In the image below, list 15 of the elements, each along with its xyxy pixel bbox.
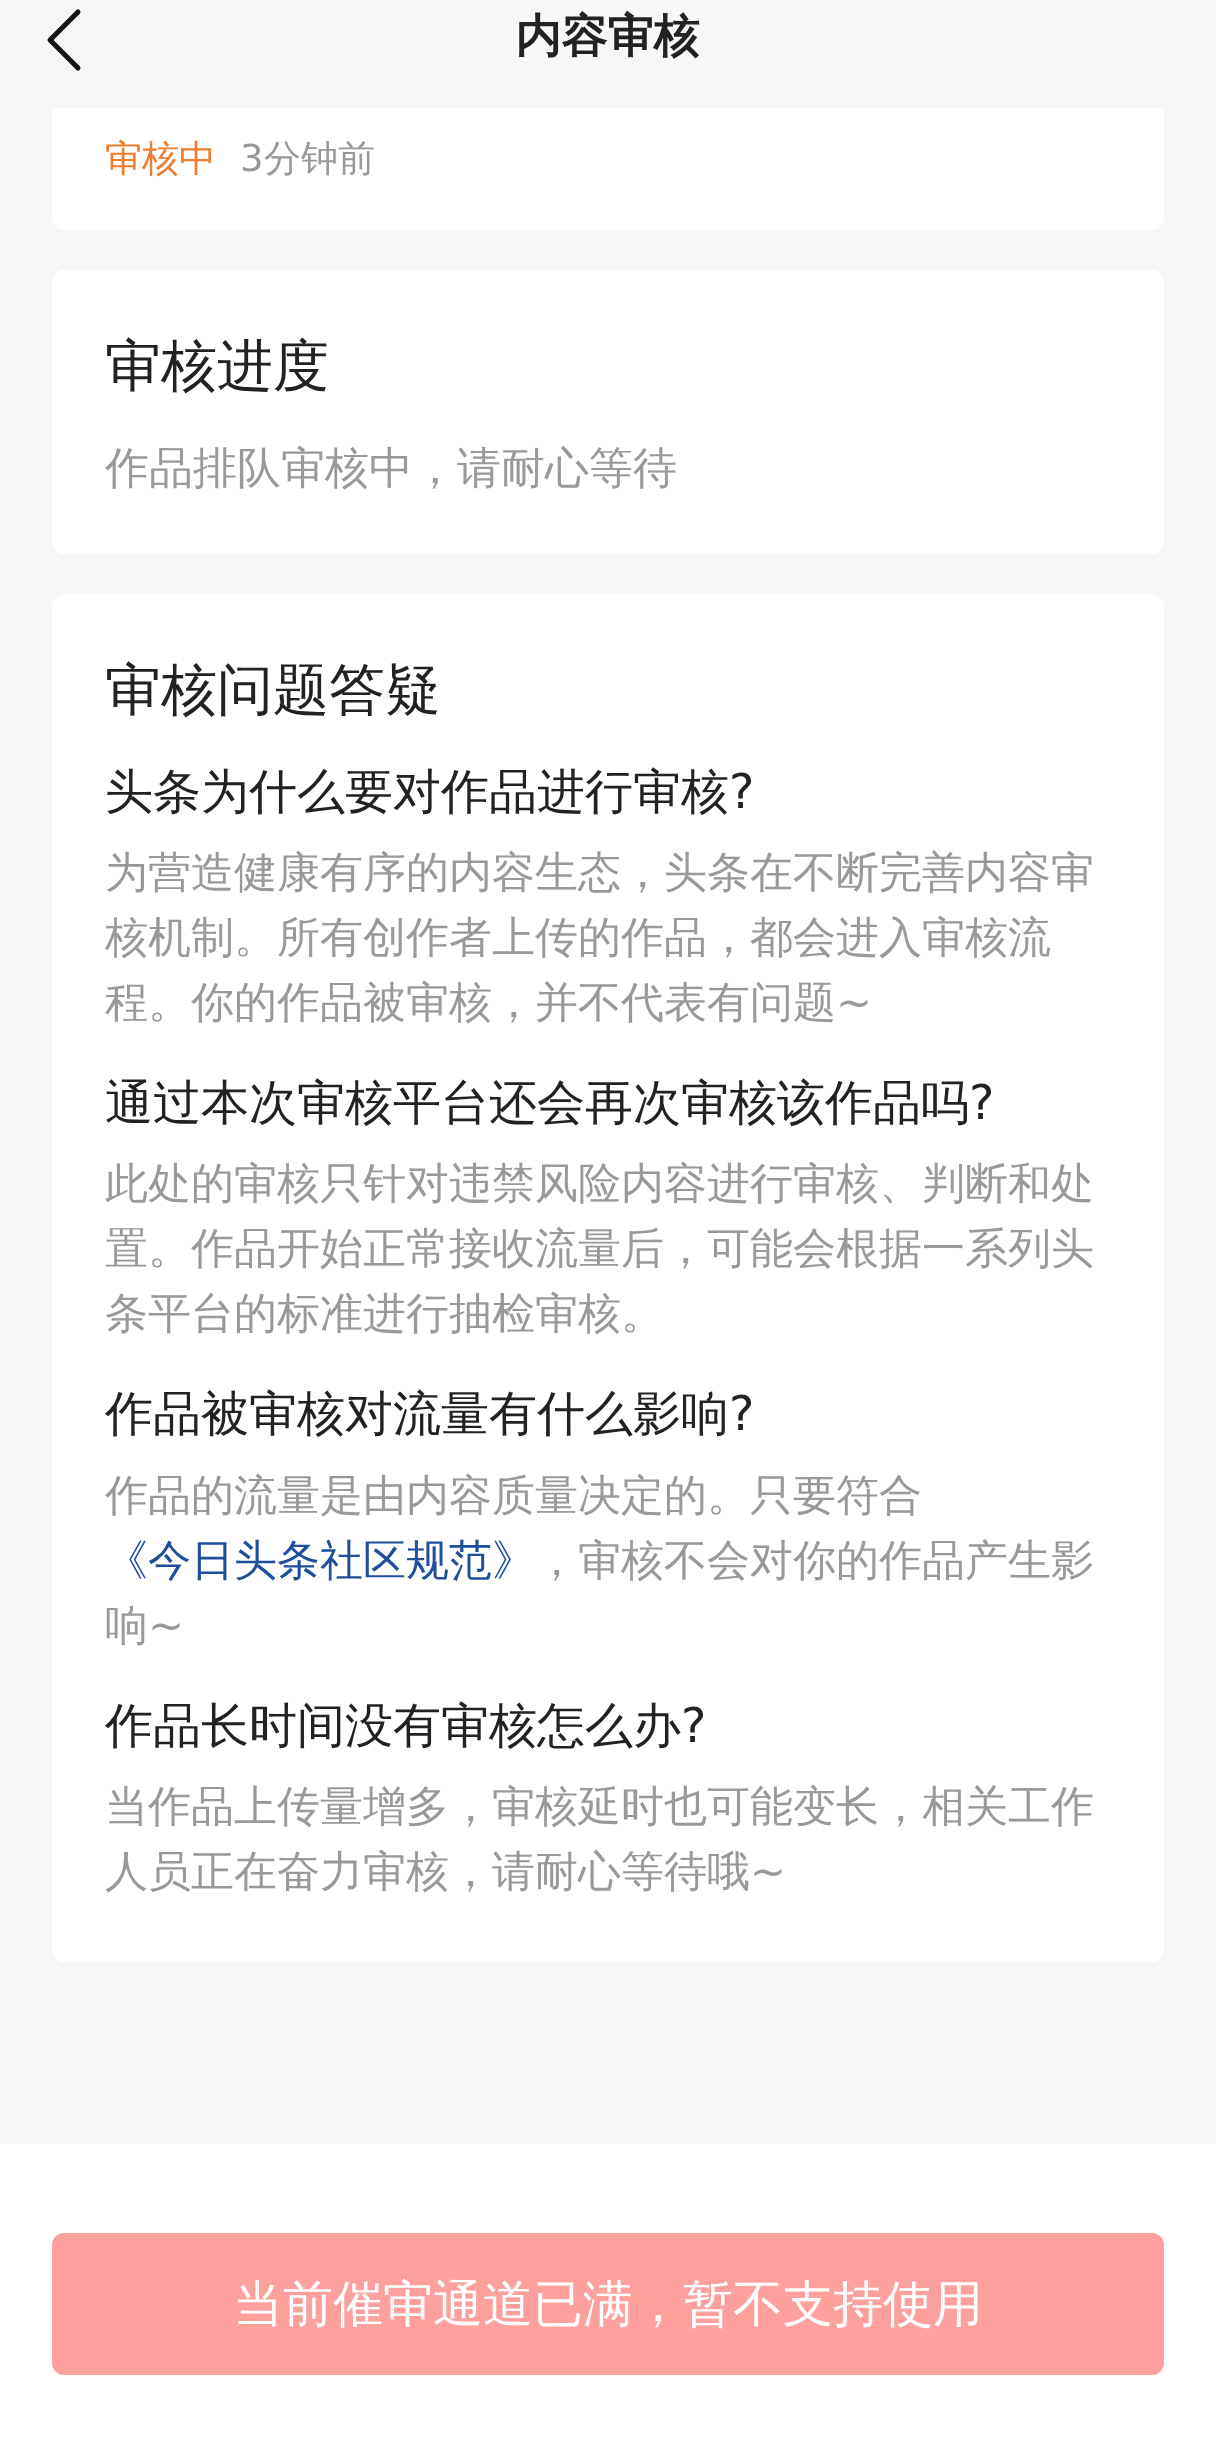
faq-answer: 作品的流量是由内容质量决定的。只要符合 《今日头条社区规范》，审核不会对你的作品产生影响~ (105, 1468, 1095, 1652)
card-title: 审核问题答疑 (105, 656, 442, 724)
review-status: 审核中 (105, 136, 216, 182)
page-title: 内容审核 (516, 7, 700, 64)
faq-question: 作品长时间没有审核怎么办? (105, 1695, 708, 1755)
faq-answer: 为营造健康有序的内容生态，头条在不断完善内容审核机制。所有创作者上传的作品，都会进入审核流程。你的作品被审核，并不代表有问题~ (105, 845, 1095, 1029)
review-time: 3分钟前 (240, 136, 375, 182)
faq-question: 头条为什么要对作品进行审核? (105, 761, 756, 821)
card-title: 审核进度 (105, 332, 330, 400)
guidelines-link[interactable]: 《今日头条社区规范》 (105, 1534, 535, 1585)
faq-answer: 当作品上传量增多，审核延时也可能变长，相关工作人员正在奋力审核，请耐心等待哦~ (105, 1780, 1095, 1899)
faq-answer: 此处的审核只针对违禁风险内容进行审核、判断和处置。作品开始正常接收流量后，可能会根据一系列头条平台的标准进行抽检审核。 (105, 1157, 1095, 1341)
faq-question: 通过本次审核平台还会再次审核该作品吗? (105, 1072, 996, 1132)
progress-description: 作品排队审核中，请耐心等待 (105, 441, 678, 496)
faq-question: 作品被审核对流量有什么影响? (105, 1384, 756, 1444)
